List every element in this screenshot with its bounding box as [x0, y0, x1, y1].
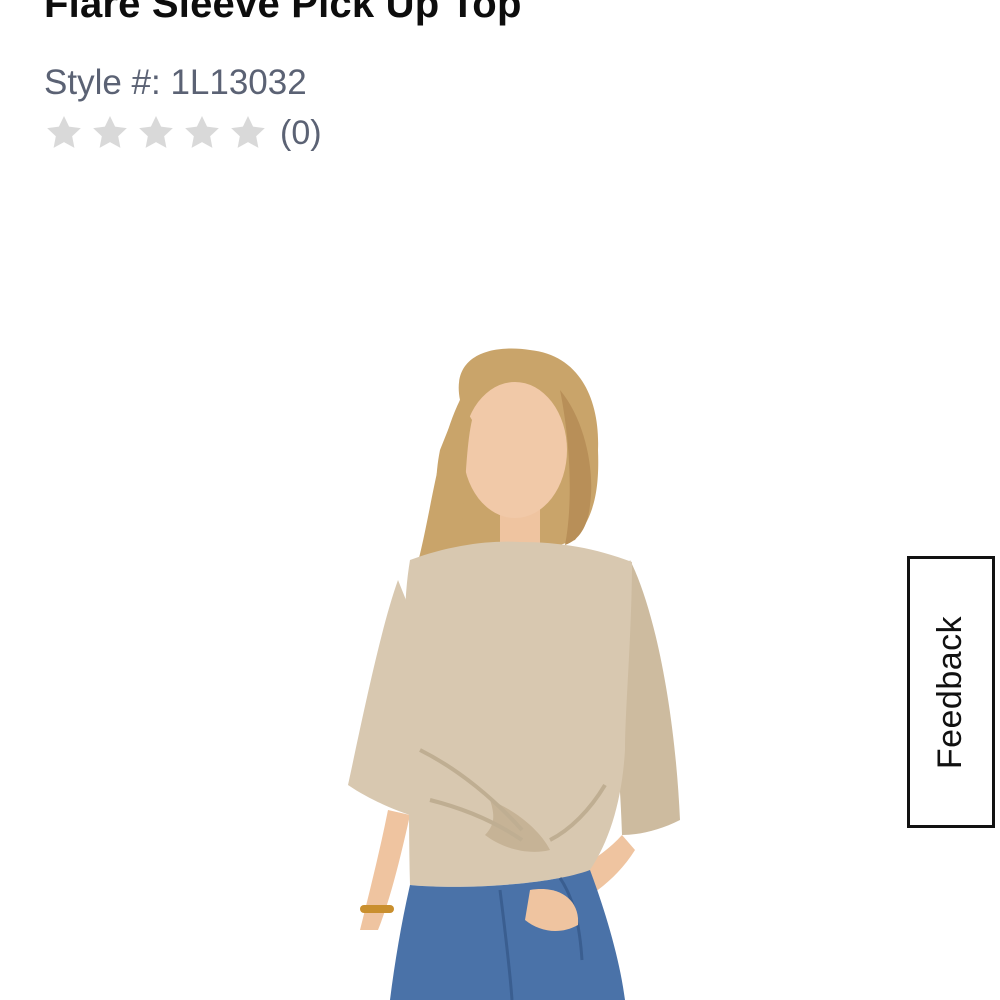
face-shape [463, 382, 567, 518]
jeans [390, 870, 625, 1000]
star-icon [93, 116, 127, 148]
star-icon [185, 116, 219, 148]
star-icon [139, 116, 173, 148]
product-page: Flare Sleeve Pick Up Top Style #: 1L1303… [0, 0, 1000, 1000]
rating-summary[interactable]: (0) [44, 110, 322, 156]
product-title: Flare Sleeve Pick Up Top [44, 0, 522, 26]
star-icon [47, 116, 81, 148]
product-image[interactable] [260, 330, 780, 1000]
feedback-label: Feedback [931, 615, 970, 769]
review-count[interactable]: (0) [280, 116, 322, 150]
style-number: Style #: 1L13032 [44, 63, 307, 102]
star-rating [44, 113, 268, 153]
feedback-button[interactable]: Feedback [907, 556, 995, 828]
star-icon [231, 116, 265, 148]
bracelet [360, 905, 394, 913]
